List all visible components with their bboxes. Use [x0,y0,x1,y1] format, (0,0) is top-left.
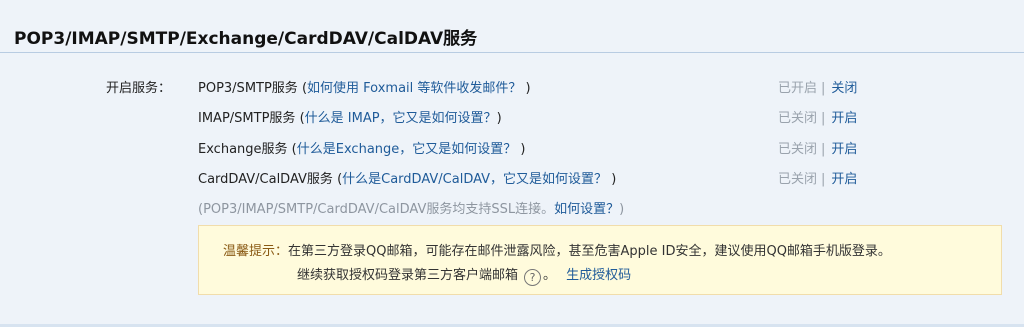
services-panel: 开启服务： POP3/SMTP服务 (如何使用 Foxmail 等软件收发邮件？… [0,53,1024,327]
service-row-pop3: POP3/SMTP服务 (如何使用 Foxmail 等软件收发邮件？ ) [198,81,531,96]
toggle-service-button[interactable]: 开启 [831,172,857,187]
ssl-note: (POP3/IMAP/SMTP/CardDAV/CalDAV服务均支持SSL连接… [198,202,625,217]
tip-box: 温馨提示：在第三方登录QQ邮箱，可能存在邮件泄露风险，甚至危害Apple ID安… [198,225,1002,295]
page-title: POP3/IMAP/SMTP/Exchange/CardDAV/CalDAV服务 [14,29,478,49]
separator: | [821,142,826,157]
service-status-pop3: 已开启 | 关闭 [778,77,857,96]
separator: | [821,81,826,96]
generate-auth-code-link[interactable]: 生成授权码 [566,268,631,283]
service-name: POP3/SMTP服务 [198,81,298,96]
service-row-exchange: Exchange服务 (什么是Exchange，它又是如何设置？ ) [198,142,526,157]
service-name: IMAP/SMTP服务 [198,111,296,126]
toggle-service-button[interactable]: 开启 [831,111,857,126]
service-status-imap: 已关闭 | 开启 [778,107,857,126]
service-state: 已开启 [778,81,818,96]
service-state: 已关闭 [778,111,818,126]
service-status-exchange: 已关闭 | 开启 [778,138,857,157]
separator: | [821,111,826,126]
section-header: POP3/IMAP/SMTP/Exchange/CardDAV/CalDAV服务 [0,0,1024,53]
separator: | [821,172,826,187]
service-name: Exchange服务 [198,142,288,157]
tip-prefix: 温馨提示： [223,244,289,259]
service-help-link[interactable]: 如何使用 Foxmail 等软件收发邮件？ [307,81,521,96]
service-row-carddav: CardDAV/CalDAV服务 (什么是CardDAV/CalDAV，它又是如… [198,172,617,187]
service-row-imap: IMAP/SMTP服务 (什么是 IMAP，它又是如何设置？) [198,111,502,126]
question-circle-icon[interactable]: ? [524,269,542,286]
service-status-carddav: 已关闭 | 开启 [778,168,857,187]
service-help-link[interactable]: 什么是 IMAP，它又是如何设置？ [305,111,497,126]
tip-message: 温馨提示：在第三方登录QQ邮箱，可能存在邮件泄露风险，甚至危害Apple ID安… [223,244,891,259]
tip-auth-code: 继续获取授权码登录第三方客户端邮箱?。 生成授权码 [297,268,632,286]
service-state: 已关闭 [778,142,818,157]
service-help-link[interactable]: 什么是Exchange，它又是如何设置？ [297,142,517,157]
section-label: 开启服务： [106,81,172,96]
service-help-link[interactable]: 什么是CardDAV/CalDAV，它又是如何设置？ [342,172,607,187]
service-state: 已关闭 [778,172,818,187]
ssl-setup-link[interactable]: 如何设置？ [554,202,619,217]
toggle-service-button[interactable]: 开启 [831,142,857,157]
service-name: CardDAV/CalDAV服务 [198,172,333,187]
toggle-service-button[interactable]: 关闭 [831,81,857,96]
